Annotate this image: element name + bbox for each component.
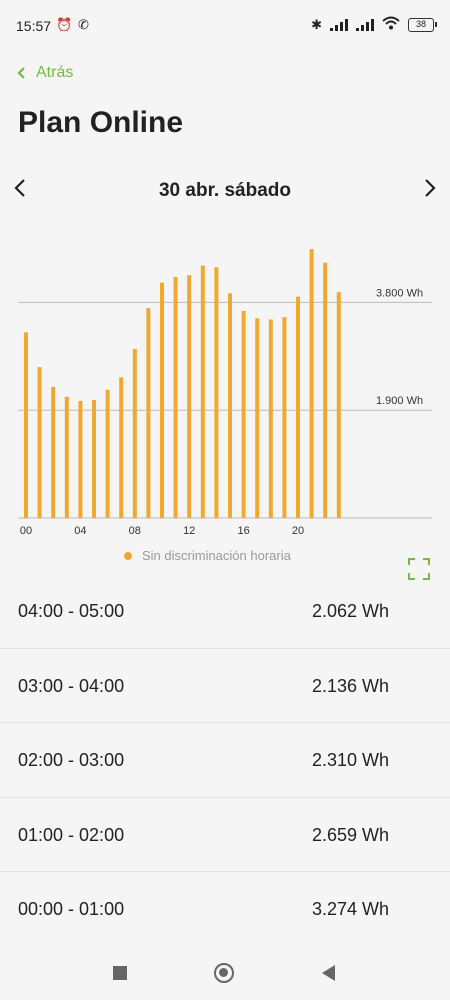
chevron-left-icon bbox=[17, 67, 25, 79]
chart-bar-12[interactable] bbox=[187, 275, 192, 518]
recents-button[interactable] bbox=[113, 966, 127, 980]
hour-value: 2.310 Wh bbox=[312, 750, 390, 770]
chevron-right-icon bbox=[425, 179, 436, 197]
chart-bar-14[interactable] bbox=[214, 267, 219, 518]
chart-bar-17[interactable] bbox=[255, 318, 260, 518]
chart-bar-11[interactable] bbox=[173, 276, 178, 518]
reference-label: 3.800 Wh bbox=[376, 287, 423, 299]
battery-level: 38 bbox=[415, 18, 426, 29]
chart-bar-09[interactable] bbox=[146, 308, 151, 518]
hour-value: 3.274 Wh bbox=[312, 899, 390, 919]
back-label: Atrás bbox=[36, 64, 74, 81]
chart-bar-00[interactable] bbox=[24, 332, 28, 518]
system-nav-bar bbox=[0, 946, 450, 1000]
list-item[interactable]: 01:00 - 02:00 2.659 Wh bbox=[0, 798, 450, 872]
signal-icon bbox=[330, 18, 348, 31]
reference-label: 1.900 Wh bbox=[376, 395, 423, 407]
hour-value: 2.659 Wh bbox=[312, 824, 390, 845]
bluetooth-icon: ✱ bbox=[311, 16, 322, 32]
x-tick-label: 20 bbox=[292, 525, 304, 537]
date-navigator: 30 abr. sábado bbox=[0, 172, 450, 212]
legend-label: Sin discriminación horaria bbox=[142, 548, 291, 563]
chart-legend: Sin discriminación horaria bbox=[124, 548, 291, 563]
hour-value: 2.062 Wh bbox=[312, 601, 390, 621]
hour-value: 2.136 Wh bbox=[312, 675, 390, 696]
hourly-list: 04:00 - 05:00 2.062 Wh 03:00 - 04:00 2.1… bbox=[0, 574, 450, 947]
x-tick-label: 16 bbox=[237, 525, 249, 537]
list-item[interactable]: 04:00 - 05:00 2.062 Wh bbox=[0, 574, 450, 649]
chart-bar-20[interactable] bbox=[296, 296, 300, 518]
consumption-chart: 3.800 Wh 1.900 Wh 00 04 08 12 16 20 bbox=[0, 230, 450, 540]
back-button[interactable]: Atrás bbox=[16, 64, 73, 82]
current-date: 30 abr. sábado bbox=[158, 180, 291, 201]
hour-range: 02:00 - 03:00 bbox=[18, 750, 125, 770]
chart-bar-23[interactable] bbox=[336, 292, 341, 518]
chart-bar-07[interactable] bbox=[119, 377, 124, 518]
hour-range: 04:00 - 05:00 bbox=[18, 601, 125, 621]
next-day-button[interactable] bbox=[422, 176, 438, 204]
signal-icon bbox=[356, 18, 374, 31]
chart-bar-05[interactable] bbox=[92, 399, 96, 518]
chart-bar-16[interactable] bbox=[241, 310, 246, 518]
page-title: Plan Online bbox=[18, 106, 184, 139]
chart-bar-22[interactable] bbox=[323, 262, 328, 518]
back-nav-button[interactable] bbox=[322, 965, 335, 981]
chart-bar-21[interactable] bbox=[309, 249, 314, 518]
chart-bar-02[interactable] bbox=[51, 386, 56, 518]
chart-bar-10[interactable] bbox=[160, 282, 164, 518]
list-item[interactable]: 03:00 - 04:00 2.136 Wh bbox=[0, 649, 450, 723]
chart-bar-19[interactable] bbox=[282, 317, 287, 518]
chart-bar-18[interactable] bbox=[268, 319, 273, 518]
x-tick-label: 08 bbox=[129, 525, 141, 537]
whatsapp-icon: ✆ bbox=[78, 17, 89, 32]
status-time: 15:57 bbox=[16, 18, 52, 34]
chart-bar-08[interactable] bbox=[132, 348, 137, 518]
list-item[interactable]: 00:00 - 01:00 3.274 Wh bbox=[0, 872, 450, 947]
list-item[interactable]: 02:00 - 03:00 2.310 Wh bbox=[0, 723, 450, 798]
x-tick-label: 00 bbox=[20, 525, 32, 537]
status-icons: ✱ 38 bbox=[311, 16, 437, 33]
chart-bar-13[interactable] bbox=[200, 265, 205, 518]
x-tick-label: 12 bbox=[183, 525, 195, 537]
home-button[interactable] bbox=[214, 963, 234, 983]
hour-range: 03:00 - 04:00 bbox=[18, 675, 125, 696]
chart-svg: 3.800 Wh 1.900 Wh 00 04 08 12 16 20 bbox=[18, 249, 432, 537]
chart-bar-01[interactable] bbox=[37, 367, 42, 518]
wifi-icon bbox=[382, 16, 400, 33]
legend-dot bbox=[124, 551, 132, 560]
chart-bar-03[interactable] bbox=[64, 396, 69, 518]
chart-bar-15[interactable] bbox=[228, 293, 232, 518]
status-bar: 15:57 ⏰ ✆ ✱ 38 bbox=[0, 0, 450, 44]
x-tick-label: 04 bbox=[74, 525, 86, 537]
chart-bar-06[interactable] bbox=[105, 389, 110, 518]
alarm-icon: ⏰ bbox=[56, 17, 73, 32]
hour-range: 01:00 - 02:00 bbox=[18, 824, 125, 845]
chart-bar-04[interactable] bbox=[78, 401, 83, 518]
battery-icon: 38 bbox=[408, 17, 437, 32]
hour-range: 00:00 - 01:00 bbox=[18, 899, 125, 919]
